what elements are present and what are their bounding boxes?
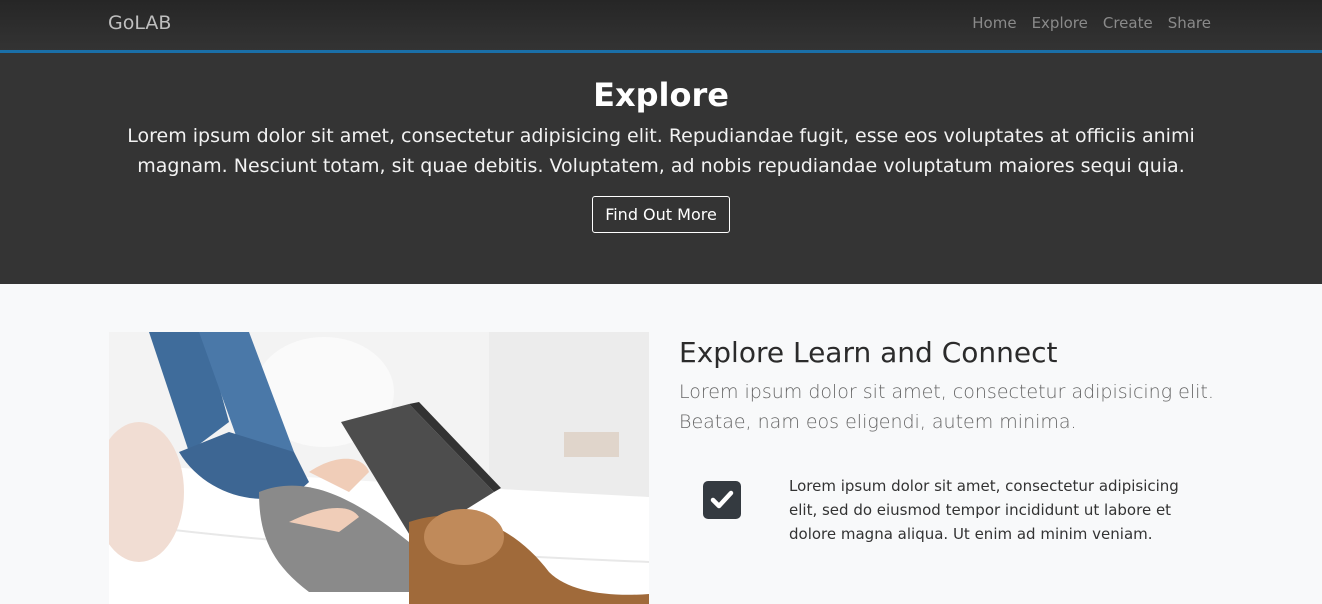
navbar: GoLAB Home Explore Create Share [0, 0, 1322, 53]
hero-text: Lorem ipsum dolor sit amet, consectetur … [127, 125, 1195, 177]
nav-link-share[interactable]: Share [1168, 14, 1211, 32]
nav-links: Home Explore Create Share [972, 14, 1211, 32]
section-lead: Lorem ipsum dolor sit amet, consectetur … [679, 381, 1214, 433]
nav-link-create[interactable]: Create [1103, 14, 1153, 32]
brand-logo[interactable]: GoLAB [108, 12, 171, 34]
feature-text-column: Explore Learn and Connect Lorem ipsum do… [679, 332, 1219, 437]
nav-link-home[interactable]: Home [972, 14, 1016, 32]
find-out-more-button[interactable]: Find Out More [592, 196, 730, 233]
feature-section: Explore Learn and Connect Lorem ipsum do… [0, 284, 1322, 604]
feature-text: Lorem ipsum dolor sit amet, consectetur … [789, 477, 1179, 543]
hero-title: Explore [593, 76, 729, 114]
check-square-icon [703, 481, 741, 519]
reading-woman-photo [109, 332, 649, 604]
nav-link-explore[interactable]: Explore [1032, 14, 1088, 32]
hero-section: Explore Lorem ipsum dolor sit amet, cons… [0, 53, 1322, 284]
photo-illustration [109, 332, 649, 604]
section-title: Explore Learn and Connect [679, 336, 1058, 369]
